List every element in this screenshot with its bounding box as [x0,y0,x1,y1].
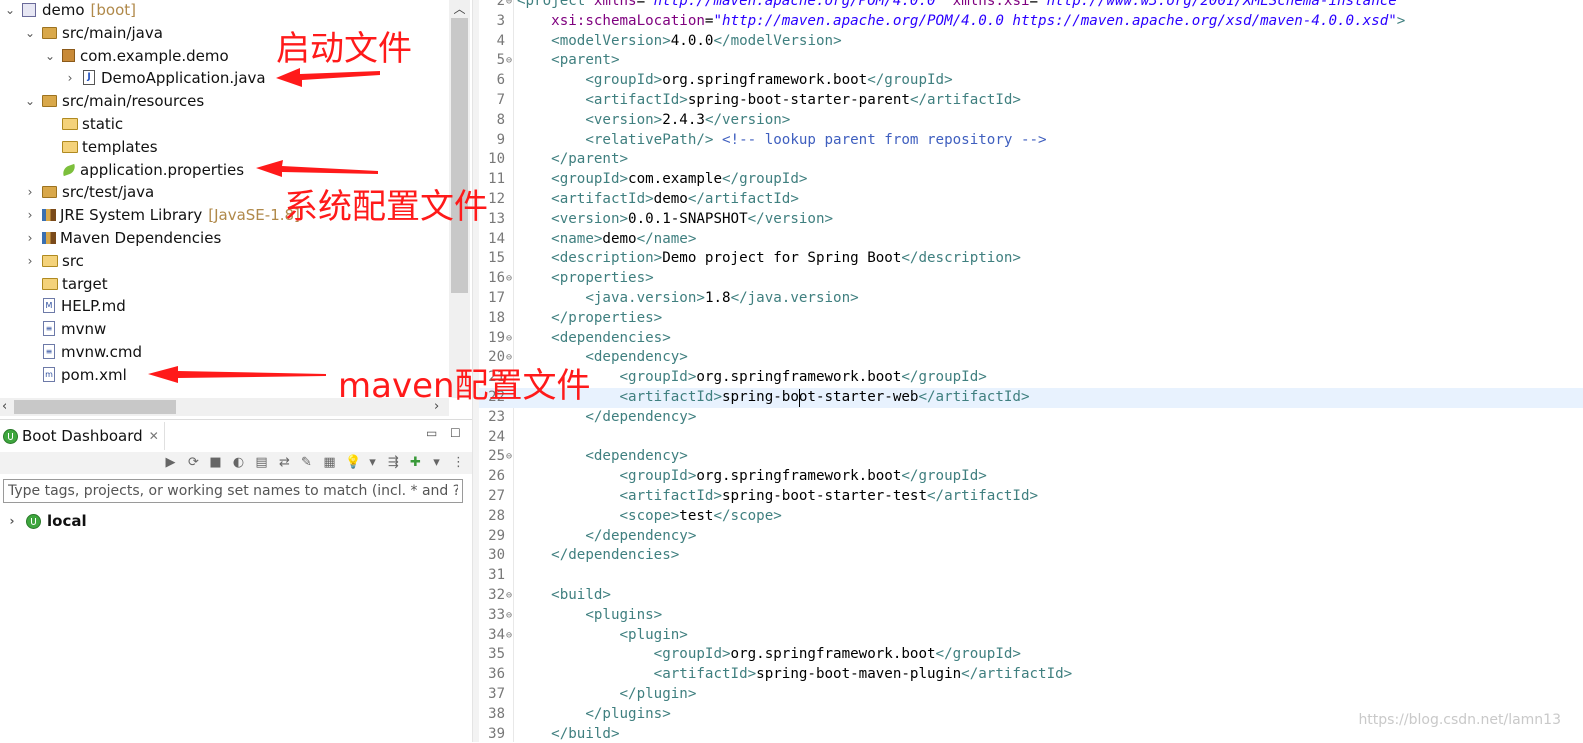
arrow-to-startup-file [276,68,380,87]
arrow-to-config-file [256,160,378,177]
watermark-text: https://blog.csdn.net/lamn13 [1358,712,1561,728]
arrow-to-pom-file [148,366,326,383]
annotation-arrows [148,68,380,383]
